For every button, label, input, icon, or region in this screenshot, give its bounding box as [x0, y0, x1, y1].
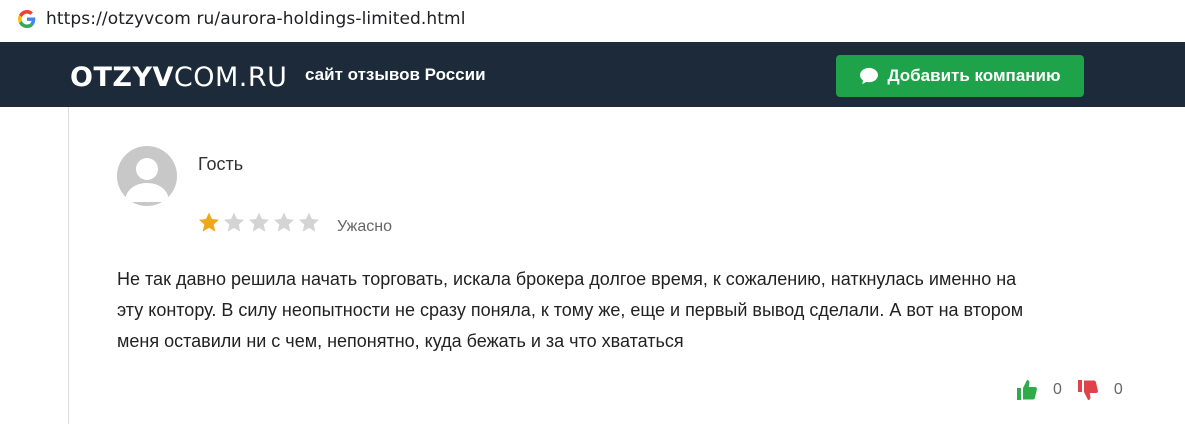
star-icon — [298, 212, 320, 232]
rating-label: Ужасно — [337, 218, 392, 235]
star-icon — [273, 212, 295, 232]
logo-light-part: COM.RU — [173, 62, 288, 93]
add-company-label: Добавить компанию — [887, 66, 1061, 85]
star-icon — [198, 212, 220, 232]
review-text: Не так давно решила начать торговать, ис… — [117, 264, 1147, 357]
site-logo[interactable]: OTZYVCOM.RU — [70, 62, 287, 93]
star-icon — [223, 212, 245, 232]
star-rating — [197, 211, 321, 234]
review-line: Не так давно решила начать торговать, ис… — [117, 269, 1017, 289]
url-text[interactable]: https://otzyvcom ru/aurora-holdings-limi… — [46, 9, 466, 29]
thumbs-down-icon[interactable] — [1076, 378, 1100, 402]
site-header: OTZYVCOM.RU сайт отзывов России Добавить… — [0, 42, 1185, 107]
review-line: эту контору. В силу неопытности не сразу… — [117, 300, 1024, 320]
dislikes-count: 0 — [1113, 381, 1123, 398]
avatar — [117, 146, 177, 206]
content-border — [68, 107, 69, 424]
thumbs-up-icon[interactable] — [1015, 378, 1039, 402]
star-icon — [248, 212, 270, 232]
review-line: меня оставили ни с чем, непонятно, куда … — [117, 331, 684, 351]
review-votes: 0 0 — [1015, 376, 1137, 404]
review-author: Гость — [198, 154, 244, 174]
google-icon — [18, 10, 36, 28]
likes-count: 0 — [1053, 381, 1062, 398]
chat-bubble-icon — [860, 67, 879, 85]
logo-bold-part: OTZYV — [70, 62, 174, 93]
browser-address-bar[interactable]: https://otzyvcom ru/aurora-holdings-limi… — [0, 0, 1185, 40]
avatar-placeholder-icon — [125, 158, 169, 202]
add-company-button[interactable]: Добавить компанию — [836, 55, 1084, 97]
site-tagline: сайт отзывов России — [305, 65, 486, 84]
